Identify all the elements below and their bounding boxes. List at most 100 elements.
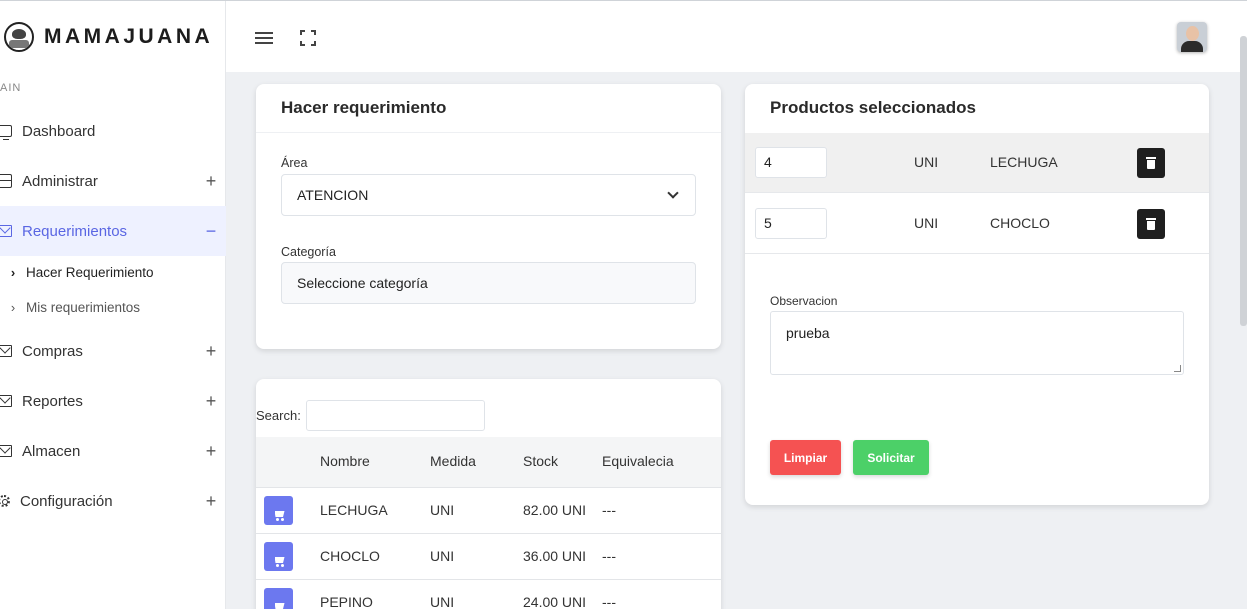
add-to-cart-button[interactable] (264, 588, 293, 609)
cell-unit: UNI (430, 594, 455, 609)
table-row: PEPINO UNI 24.00 UNI --- (256, 580, 721, 609)
card-title: Productos seleccionados (770, 98, 976, 117)
cell-stock: 24.00 UNI (523, 594, 587, 609)
products-table-card: Search: Nombre Medida Stock Equivalecia … (256, 379, 721, 609)
card-title: Hacer requerimiento (281, 98, 447, 117)
add-to-cart-button[interactable] (264, 542, 293, 571)
selected-products-card: Productos seleccionados 4 UNI LECHUGA 5 … (745, 84, 1209, 505)
cell-unit: UNI (430, 548, 455, 564)
sidebar-item-configuracion[interactable]: Configuración + (0, 476, 226, 526)
table-row: LECHUGA UNI 82.00 UNI --- (256, 488, 721, 534)
column-header[interactable]: Nombre (320, 453, 370, 469)
selected-item-unit: UNI (914, 154, 939, 170)
scrollbar[interactable] (1240, 36, 1247, 326)
selected-item-name: CHOCLO (990, 215, 1050, 231)
trash-icon (1146, 218, 1156, 230)
sidebar-subitem-label: Mis requerimientos (26, 300, 141, 315)
table-header: Nombre Medida Stock Equivalecia (256, 437, 721, 488)
sidebar-subitem-mis-requerimientos[interactable]: › Mis requerimientos (0, 290, 226, 325)
selected-item-name: LECHUGA (990, 154, 1058, 170)
table-row: CHOCLO UNI 36.00 UNI --- (256, 534, 721, 580)
monitor-icon (0, 125, 12, 140)
sidebar-item-label: Requerimientos (22, 222, 128, 240)
sidebar-subitem-label: Hacer Requerimiento (26, 265, 154, 280)
sidebar-item-administrar[interactable]: Administrar + (0, 156, 226, 206)
request-card: Hacer requerimiento Área ATENCION Catego… (256, 84, 721, 349)
category-select[interactable]: Seleccione categoría (281, 262, 696, 304)
top-bar: MAMAJUANA (0, 0, 1247, 73)
sidebar-item-label: Configuración (20, 492, 113, 510)
sidebar-item-compras[interactable]: Compras + (0, 326, 226, 376)
expand-icon: + (205, 490, 217, 511)
clear-button[interactable]: Limpiar (770, 440, 841, 475)
chevron-down-icon (667, 187, 679, 199)
observation-label: Observacion (770, 294, 838, 308)
cart-icon (273, 602, 285, 609)
selected-item-unit: UNI (914, 215, 939, 231)
cell-name: PEPINO (320, 594, 373, 609)
mail-icon (0, 225, 12, 237)
expand-icon: + (205, 440, 217, 461)
fullscreen-icon[interactable] (298, 28, 318, 48)
cart-icon (273, 556, 285, 567)
brand[interactable]: MAMAJUANA (0, 1, 226, 73)
mail-icon (0, 345, 12, 357)
sidebar-item-almacen[interactable]: Almacen + (0, 426, 226, 476)
quantity-input[interactable]: 4 (755, 147, 827, 178)
column-header[interactable]: Stock (523, 453, 558, 469)
selected-item-row: 5 UNI CHOCLO (745, 194, 1209, 254)
search-label: Search: (256, 408, 301, 423)
add-to-cart-button[interactable] (264, 496, 293, 525)
sidebar-item-label: Dashboard (22, 122, 96, 140)
trash-icon (1146, 157, 1156, 169)
sidebar-item-dashboard[interactable]: Dashboard (0, 106, 226, 156)
area-select-value: ATENCION (297, 187, 369, 203)
submit-button[interactable]: Solicitar (853, 440, 929, 475)
cell-name: CHOCLO (320, 548, 380, 564)
brand-name: MAMAJUANA (44, 25, 214, 48)
chevron-right-icon: › (10, 265, 16, 280)
observation-textarea[interactable]: prueba (770, 311, 1184, 375)
cell-unit: UNI (430, 502, 455, 518)
sidebar-section-label: AIN (0, 82, 22, 94)
column-header[interactable]: Equivalecia (602, 453, 674, 469)
sidebar: AIN Dashboard Administrar + Requerimient… (0, 72, 226, 609)
selected-item-row: 4 UNI LECHUGA (745, 133, 1209, 193)
area-select[interactable]: ATENCION (281, 174, 696, 216)
server-icon (0, 174, 12, 188)
cell-equiv: --- (602, 548, 616, 564)
remove-item-button[interactable] (1137, 148, 1165, 178)
quantity-input[interactable]: 5 (755, 208, 827, 239)
sidebar-item-label: Reportes (22, 392, 83, 410)
divider (256, 132, 721, 133)
cell-stock: 36.00 UNI (523, 548, 587, 564)
expand-icon: + (205, 390, 217, 411)
category-select-value: Seleccione categoría (297, 275, 428, 291)
sidebar-subitem-hacer-requerimiento[interactable]: › Hacer Requerimiento (0, 255, 226, 290)
sidebar-item-label: Almacen (22, 442, 81, 460)
sidebar-item-label: Administrar (22, 172, 98, 190)
chevron-right-icon: › (10, 300, 16, 315)
sidebar-item-label: Compras (22, 342, 83, 360)
remove-item-button[interactable] (1137, 209, 1165, 239)
sidebar-item-requerimientos[interactable]: Requerimientos − (0, 206, 226, 256)
menu-toggle-icon[interactable] (254, 28, 274, 48)
mail-icon (0, 445, 12, 457)
column-header[interactable]: Medida (430, 453, 476, 469)
category-label: Categoría (281, 245, 336, 259)
cell-equiv: --- (602, 594, 616, 609)
cell-name: LECHUGA (320, 502, 388, 518)
user-avatar[interactable] (1177, 22, 1207, 52)
brand-logo (4, 22, 34, 52)
cell-equiv: --- (602, 502, 616, 518)
expand-icon: + (205, 340, 217, 361)
mail-icon (0, 395, 12, 407)
expand-icon: + (205, 170, 217, 191)
area-label: Área (281, 156, 308, 170)
cart-icon (273, 510, 285, 521)
cell-stock: 82.00 UNI (523, 502, 587, 518)
collapse-icon: − (205, 220, 217, 241)
sidebar-item-reportes[interactable]: Reportes + (0, 376, 226, 426)
gear-icon (0, 495, 10, 507)
search-input[interactable] (306, 400, 485, 431)
